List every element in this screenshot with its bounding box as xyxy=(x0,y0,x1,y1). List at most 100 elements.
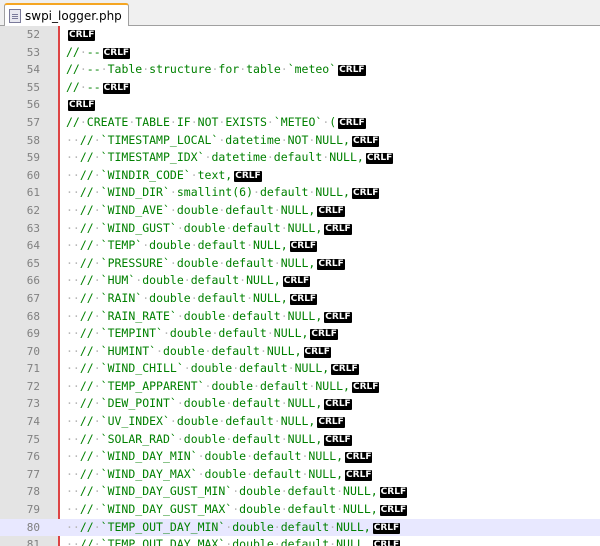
code-line[interactable]: 79 ··//·`WIND_DAY_GUST_MAX`·double·defaul… xyxy=(0,501,600,519)
code-line[interactable]: 57 //·CREATE·TABLE·IF·NOT·EXISTS·`METEO`·… xyxy=(0,114,600,132)
code-text: //·-- CRLF xyxy=(66,44,131,59)
code-line[interactable]: 65 ··//·`PRESSURE`·double·default·NULL, CR… xyxy=(0,255,600,273)
whitespace-marker: ·· xyxy=(66,466,80,481)
code-line[interactable]: 60 ··//·`WINDIR_CODE`·text, CRLF xyxy=(0,167,600,185)
code-text: ··//·`SOLAR_RAD`·double·default·NULL, CRL… xyxy=(66,431,352,446)
code-line[interactable]: 69 ··//·`TEMPINT`·double·default·NULL, CRL… xyxy=(0,325,600,343)
whitespace-marker: ·· xyxy=(66,502,80,517)
whitespace-marker: · xyxy=(239,273,247,288)
line-number: 66 xyxy=(26,274,40,288)
whitespace-marker: · xyxy=(176,220,184,235)
code-line[interactable]: 59 ··//·`TIMESTAMP_IDX`·datetime·default·… xyxy=(0,149,600,167)
eol-marker: CRLF xyxy=(68,100,96,112)
whitespace-marker: · xyxy=(225,519,233,534)
whitespace-marker: · xyxy=(93,484,101,499)
code-line[interactable]: 75 ··//·`SOLAR_RAD`·double·default·NULL, C… xyxy=(0,431,600,449)
eol-marker: CRLF xyxy=(351,188,380,200)
whitespace-marker: · xyxy=(93,378,101,393)
whitespace-marker: ·· xyxy=(66,220,80,235)
whitespace-marker: ·· xyxy=(66,185,80,200)
code-editor[interactable]: 52 CRLF 53 //·-- CRLF 54 //·--·Table·structure… xyxy=(0,26,600,546)
whitespace-marker: · xyxy=(218,255,226,270)
whitespace-marker: · xyxy=(162,326,170,341)
code-line[interactable]: 55 //·-- CRLF xyxy=(0,79,600,97)
eol-marker: CRLF xyxy=(365,153,394,165)
code-line[interactable]: 67 ··//·`RAIN`·double·default·NULL, CRLF xyxy=(0,290,600,308)
whitespace-marker: ·· xyxy=(66,238,80,253)
code-line[interactable]: 74 ··//·`UV_INDEX`·double·default·NULL, CR… xyxy=(0,413,600,431)
whitespace-marker: · xyxy=(280,62,288,77)
whitespace-marker: · xyxy=(232,484,240,499)
line-number: 75 xyxy=(26,432,40,446)
whitespace-marker: · xyxy=(204,150,212,165)
line-number: 61 xyxy=(26,186,40,200)
whitespace-marker: · xyxy=(322,150,330,165)
eol-marker: CRLF xyxy=(351,135,380,147)
line-number: 72 xyxy=(26,379,40,393)
whitespace-marker: · xyxy=(93,202,101,217)
code-line[interactable]: 68 ··//·`RAIN_RATE`·double·default·NULL, C… xyxy=(0,308,600,326)
whitespace-marker: · xyxy=(211,62,219,77)
whitespace-marker: ·· xyxy=(66,308,80,323)
whitespace-marker: · xyxy=(176,308,184,323)
line-number: 64 xyxy=(26,239,40,253)
code-line[interactable]: 66 ··//·`HUM`·double·default·NULL, CRLF xyxy=(0,272,600,290)
eol-marker: CRLF xyxy=(331,364,359,376)
whitespace-marker: · xyxy=(301,449,309,464)
whitespace-marker: ·· xyxy=(66,449,80,464)
whitespace-marker: · xyxy=(218,414,226,429)
line-number: 77 xyxy=(26,467,40,481)
eol-marker: CRLF xyxy=(68,30,96,41)
eol-marker: CRLF xyxy=(338,117,366,129)
code-line[interactable]: 73 ··//·`DEW_POINT`·double·default·NULL, C… xyxy=(0,395,600,413)
code-text: //·-- CRLF xyxy=(66,79,131,94)
whitespace-marker: · xyxy=(273,255,281,270)
code-line[interactable]: 80 ··//·`TEMP_OUT_DAY_MIN`·double·default… xyxy=(0,518,600,537)
whitespace-marker: · xyxy=(169,414,177,429)
code-line[interactable]: 81 ··//·`TEMP_OUT_DAY_MAX`·double·default… xyxy=(0,536,600,546)
code-text: ··//·`PRESSURE`·double·default·NULL, CRLF xyxy=(66,255,345,270)
code-line[interactable]: 76 ··//·`WIND_DAY_MIN`·double·default·NUL… xyxy=(0,448,600,466)
line-number: 69 xyxy=(26,327,40,341)
code-text: ··//·`TEMPINT`·double·default·NULL, CRLF xyxy=(66,326,338,341)
code-line[interactable]: 71 ··//·`WIND_CHILL`·double·default·NULL,… xyxy=(0,360,600,378)
whitespace-marker: · xyxy=(93,396,101,411)
line-number: 67 xyxy=(26,291,40,305)
whitespace-marker: · xyxy=(156,343,163,358)
code-text: ··//·`TEMP_OUT_DAY_MAX`·double·default·N… xyxy=(66,536,401,546)
whitespace-marker: ·· xyxy=(66,290,80,305)
eol-marker: CRLF xyxy=(289,241,318,253)
whitespace-marker: · xyxy=(190,238,198,253)
code-line[interactable]: 64 ··//·`TEMP`·double·default·NULL, CRLF xyxy=(0,237,600,255)
code-line[interactable]: 78 ··//·`WIND_DAY_GUST_MIN`·double·defaul… xyxy=(0,483,600,501)
code-line[interactable]: 77 ··//·`WIND_DAY_MAX`·double·default·NUL… xyxy=(0,466,600,484)
whitespace-marker: · xyxy=(218,202,226,217)
eol-marker: CRLF xyxy=(317,258,345,270)
line-number: 59 xyxy=(26,151,40,165)
code-line[interactable]: 56 CRLF xyxy=(0,96,600,114)
whitespace-marker: ·· xyxy=(66,396,80,411)
code-line[interactable]: 62 ··//·`WIND_AVE`·double·default·NULL, CR… xyxy=(0,202,600,220)
code-line[interactable]: 72 ··//·`TEMP_APPARENT`·double·default·NU… xyxy=(0,378,600,396)
code-line[interactable]: 63 ··//·`WIND_GUST`·double·default·NULL, C… xyxy=(0,220,600,238)
whitespace-marker: · xyxy=(266,114,274,129)
whitespace-marker: · xyxy=(329,537,337,546)
code-line[interactable]: 61 ··//·`WIND_DIR`·smallint(6)·default·NU… xyxy=(0,184,600,202)
tab-swpi-logger[interactable]: swpi_logger.php xyxy=(4,3,129,26)
whitespace-marker: · xyxy=(329,519,337,534)
whitespace-marker: · xyxy=(176,431,184,446)
whitespace-marker: · xyxy=(79,44,87,59)
whitespace-marker: · xyxy=(93,537,101,546)
code-line[interactable]: 52 CRLF xyxy=(0,26,600,44)
whitespace-marker: · xyxy=(239,62,247,77)
whitespace-marker: · xyxy=(190,114,198,129)
code-line[interactable]: 70 ··//·`HUMINT`·double·default·NULL, CRLF xyxy=(0,343,600,361)
line-number: 76 xyxy=(26,450,40,464)
code-text: ··//·`WIND_DAY_MAX`·double·default·NULL,… xyxy=(66,466,373,481)
code-line[interactable]: 54 //·--·Table·structure·for·table·`meteo… xyxy=(0,61,600,79)
eol-marker: CRLF xyxy=(338,65,366,77)
code-line[interactable]: 53 //·-- CRLF xyxy=(0,44,600,62)
whitespace-marker: · xyxy=(280,396,288,411)
whitespace-marker: · xyxy=(232,361,240,376)
code-line[interactable]: 58 ··//·`TIMESTAMP_LOCAL`·datetime·NOT·NU… xyxy=(0,132,600,150)
